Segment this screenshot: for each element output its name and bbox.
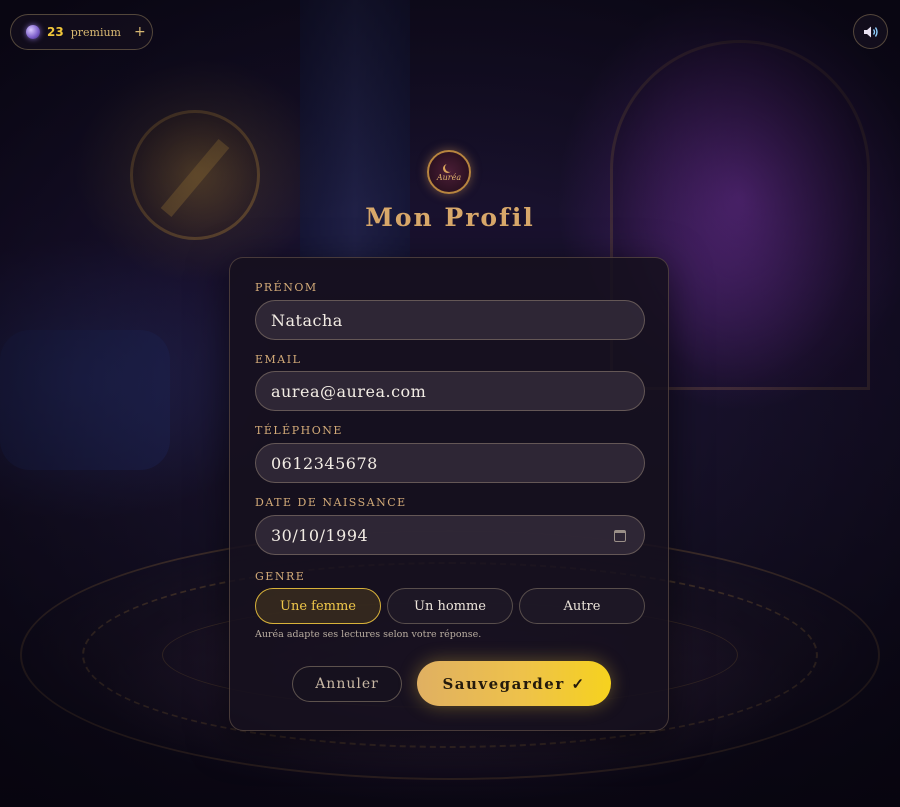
- gender-option-homme[interactable]: Un homme: [387, 588, 513, 624]
- aurea-logo: Auréa: [427, 150, 471, 194]
- save-button[interactable]: Sauvegarder ✓: [417, 661, 611, 706]
- profile-form-card: PRÉNOM Natacha EMAIL aurea@aurea.com TÉL…: [229, 257, 669, 731]
- gender-option-autre[interactable]: Autre: [519, 588, 645, 624]
- first-name-label: PRÉNOM: [255, 281, 318, 294]
- first-name-field[interactable]: Natacha: [255, 300, 645, 340]
- moon-icon: [445, 163, 454, 172]
- sound-toggle-button[interactable]: [853, 14, 888, 49]
- gender-label: GENRE: [255, 570, 306, 583]
- logo-text: Auréa: [436, 172, 462, 182]
- crystal-ball-icon: [26, 25, 40, 39]
- email-field[interactable]: aurea@aurea.com: [255, 371, 645, 411]
- premium-credits-pill[interactable]: 23 premium +: [10, 14, 153, 50]
- email-label: EMAIL: [255, 353, 302, 366]
- premium-label: premium: [70, 25, 121, 39]
- phone-label: TÉLÉPHONE: [255, 424, 343, 437]
- gender-option-femme[interactable]: Une femme: [255, 588, 381, 624]
- premium-count: 23: [47, 25, 64, 39]
- calendar-icon[interactable]: [614, 530, 626, 542]
- birth-date-label: DATE DE NAISSANCE: [255, 496, 407, 509]
- gender-hint: Auréa adapte ses lectures selon votre ré…: [255, 629, 482, 640]
- page-title: Mon Profil: [365, 203, 535, 232]
- phone-field[interactable]: 0612345678: [255, 443, 645, 483]
- plus-icon[interactable]: +: [134, 24, 146, 40]
- cancel-button[interactable]: Annuler: [292, 666, 402, 702]
- birth-date-field[interactable]: 30/10/1994: [255, 515, 645, 555]
- speaker-icon: [863, 26, 878, 37]
- birth-date-value: 30/10/1994: [271, 525, 369, 545]
